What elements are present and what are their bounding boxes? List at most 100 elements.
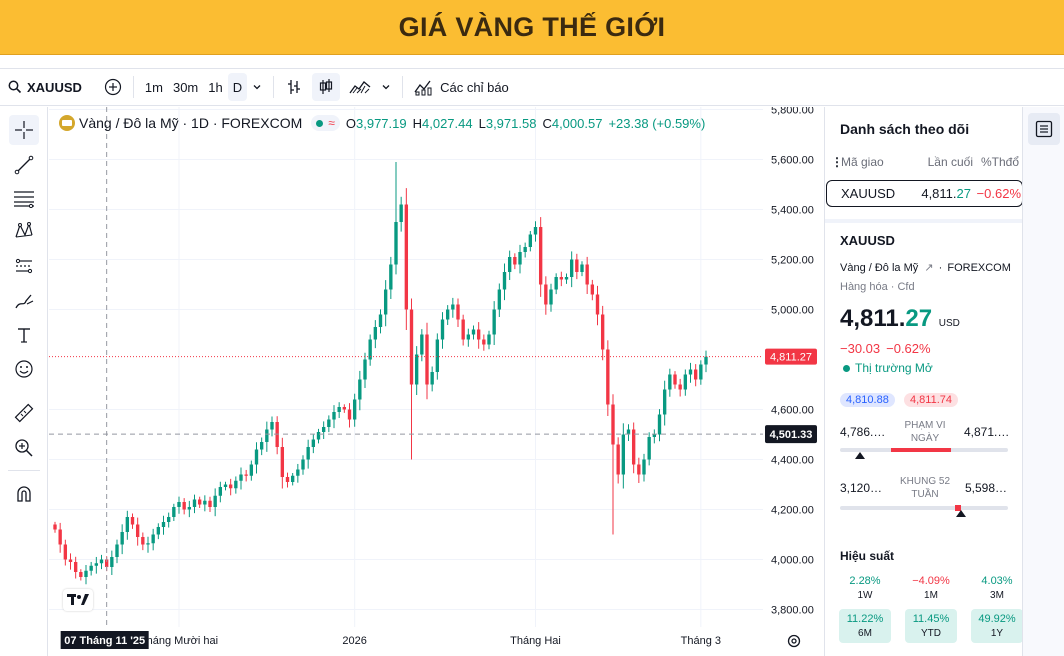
x-tick-label: Tháng Hai — [510, 635, 561, 647]
trend-line-tool[interactable] — [9, 150, 39, 180]
crosshair-tool[interactable] — [9, 115, 39, 145]
candle-body — [321, 427, 326, 432]
candle-body — [79, 572, 83, 577]
details-name[interactable]: Vàng / Đô la Mỹ — [840, 262, 918, 274]
y-tick-label: 4,400.00 — [771, 455, 814, 467]
performance-value: 4.03% — [981, 575, 1013, 587]
interval-1m[interactable]: 1m — [140, 73, 168, 101]
candle-body — [378, 314, 383, 327]
w52-low: 3,120… — [840, 481, 883, 495]
external-link-icon[interactable]: ↗ — [924, 262, 933, 274]
candle-body — [383, 289, 388, 315]
right-sidebar — [1022, 107, 1064, 656]
brush-tool[interactable] — [9, 286, 39, 316]
pattern-tool[interactable] — [9, 216, 39, 246]
drag-handle-icon[interactable]: ⋮ — [831, 155, 843, 169]
text-tool[interactable] — [9, 320, 39, 350]
price-chart[interactable]: 5,800.00 5,600.00 5,400.00 5,200.00 5,000.00… — [49, 107, 822, 656]
symbol-logo-icon — [59, 115, 75, 131]
legend-low: L3,971.58 — [478, 115, 537, 131]
text-icon — [18, 328, 30, 343]
candle-body — [471, 329, 476, 335]
candle-body — [84, 570, 88, 577]
candle-body — [513, 257, 517, 265]
bars-style-button[interactable] — [280, 73, 308, 101]
emoji-tool[interactable] — [9, 354, 39, 384]
col-symbol[interactable]: Mã giao — [841, 155, 913, 169]
candle-body — [73, 562, 78, 572]
candle-body — [259, 442, 264, 450]
candle-body — [146, 543, 150, 545]
row-symbol: XAUUSD — [841, 186, 896, 201]
candle-body — [487, 334, 491, 345]
candle-body — [358, 379, 362, 400]
candle-body — [94, 563, 99, 566]
chart-type-dropdown[interactable] — [376, 73, 396, 101]
interval-1h[interactable]: 1h — [203, 73, 227, 101]
col-last[interactable]: Lần cuối — [913, 155, 973, 169]
candle-body — [99, 559, 104, 564]
performance-title: Hiệu suất — [840, 549, 895, 563]
compare-symbol-button[interactable] — [99, 73, 127, 101]
candle-body — [234, 480, 238, 489]
candlestick-chart[interactable]: 5,800.00 5,600.00 5,400.00 5,200.00 5,000.00… — [49, 107, 822, 656]
candle-body — [585, 264, 589, 285]
legend-close: C4,000.57 — [542, 115, 603, 131]
candle-body — [347, 409, 352, 420]
interval-dropdown[interactable] — [247, 73, 267, 101]
fib-tool[interactable] — [9, 183, 39, 213]
candle-body — [394, 222, 398, 265]
performance-1w: 2.28% 1W — [839, 571, 891, 605]
candle-body — [373, 327, 378, 340]
candle-body — [161, 522, 166, 527]
pattern-icon — [15, 222, 33, 238]
indicators-button[interactable]: Các chỉ báo — [409, 73, 514, 101]
candle-body — [699, 364, 703, 380]
candle-body — [135, 524, 140, 537]
bid-badge: 4,810.88 — [840, 393, 895, 407]
details-price: 4,811.27 USD — [840, 305, 960, 332]
last-price-label: 4,811.27 — [770, 352, 812, 364]
details-exchange[interactable]: FOREXCOM — [947, 262, 1011, 274]
candles-style-button[interactable] — [312, 73, 341, 101]
col-pct[interactable]: %Thđổ — [973, 155, 1019, 169]
area-style-button[interactable] — [344, 73, 376, 101]
performance-1m: −4.09% 1M — [905, 571, 957, 605]
measure-tool[interactable] — [9, 398, 39, 428]
candle-body — [544, 284, 548, 305]
x-tick-label: Tháng 3 — [681, 635, 721, 647]
symbol-search[interactable]: XAUUSD — [0, 73, 87, 101]
candle-body — [507, 257, 512, 272]
y-tick-label: 5,000.00 — [771, 305, 814, 317]
legend-change: +23.38 (+0.59%) — [608, 115, 706, 131]
chart-settings-button[interactable] — [786, 633, 804, 651]
prediction-tool[interactable] — [9, 251, 39, 281]
ruler-icon — [14, 403, 34, 423]
candle-body — [208, 500, 212, 507]
fibonacci-icon — [14, 191, 34, 208]
zoom-tool[interactable] — [9, 433, 39, 463]
approx-icon: ≈ — [328, 116, 335, 130]
candle-body — [306, 447, 310, 460]
watchlist-row[interactable]: XAUUSD 4,811.27 −0.62% — [826, 180, 1023, 207]
candle-body — [301, 459, 305, 470]
performance-period: 6M — [858, 628, 872, 639]
candle-body — [466, 334, 471, 340]
magnet-tool[interactable] — [9, 479, 39, 509]
candle-body — [693, 369, 698, 380]
y-tick-label: 4,600.00 — [771, 405, 814, 417]
interval-1d[interactable]: D — [227, 73, 248, 101]
candle-body — [265, 429, 269, 442]
interval-30m[interactable]: 30m — [168, 73, 203, 101]
watchlist-panel-button[interactable] — [1028, 113, 1060, 145]
candle-body — [430, 372, 434, 385]
candle-body — [399, 204, 403, 222]
y-tick-label: 4,000.00 — [771, 555, 814, 567]
watchlist-header: ⋮ Mã giao Lần cuối %Thđổ — [831, 155, 1019, 169]
details-symbol[interactable]: XAUUSD — [840, 233, 895, 248]
legend-open: O3,977.19 — [345, 115, 407, 131]
legend-high: H4,027.44 — [412, 115, 473, 131]
candle-body — [595, 294, 600, 315]
candle-body — [590, 284, 595, 295]
candle-body — [218, 487, 223, 496]
